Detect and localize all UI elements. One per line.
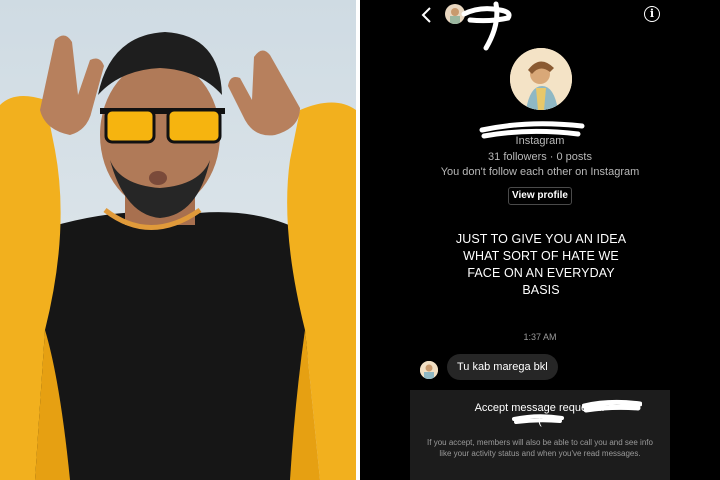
instagram-dm-screen: i Instagram 31 followers · 0 posts You d…	[360, 0, 720, 480]
artist-photo	[0, 0, 356, 480]
accept-request-note: If you accept, members will also be able…	[427, 438, 653, 458]
artist-photo-illustration	[0, 0, 356, 480]
shared-post-caption: JUST TO GIVE YOU AN IDEA WHAT SORT OF HA…	[430, 231, 652, 299]
message-request-panel: Accept message request fr ( If you accep…	[410, 390, 670, 480]
profile-subtitle: Instagram	[515, 135, 565, 147]
caption-line: JUST TO GIVE YOU AN IDEA	[455, 232, 627, 246]
sender-avatar[interactable]	[420, 361, 438, 379]
message-bubble[interactable]: Tu kab marega bkl	[447, 354, 558, 380]
header-avatar[interactable]	[445, 4, 465, 24]
message-timestamp: 1:37 AM	[523, 332, 557, 342]
chevron-left-icon[interactable]	[420, 6, 432, 24]
accept-request-title: Accept message request fr	[474, 402, 606, 414]
caption-line: FACE ON AN EVERYDAY	[467, 266, 615, 280]
profile-avatar[interactable]	[510, 48, 572, 110]
accept-request-handle: (	[538, 415, 542, 427]
info-icon[interactable]: i	[644, 6, 660, 22]
caption-line: BASIS	[522, 283, 560, 297]
chat-header: i	[360, 0, 720, 30]
caption-line: WHAT SORT OF HATE WE	[463, 249, 619, 263]
view-profile-button[interactable]: View profile	[508, 187, 572, 205]
follower-count: 31 followers · 0 posts	[488, 151, 592, 163]
follow-status: You don't follow each other on Instagram	[440, 166, 640, 178]
